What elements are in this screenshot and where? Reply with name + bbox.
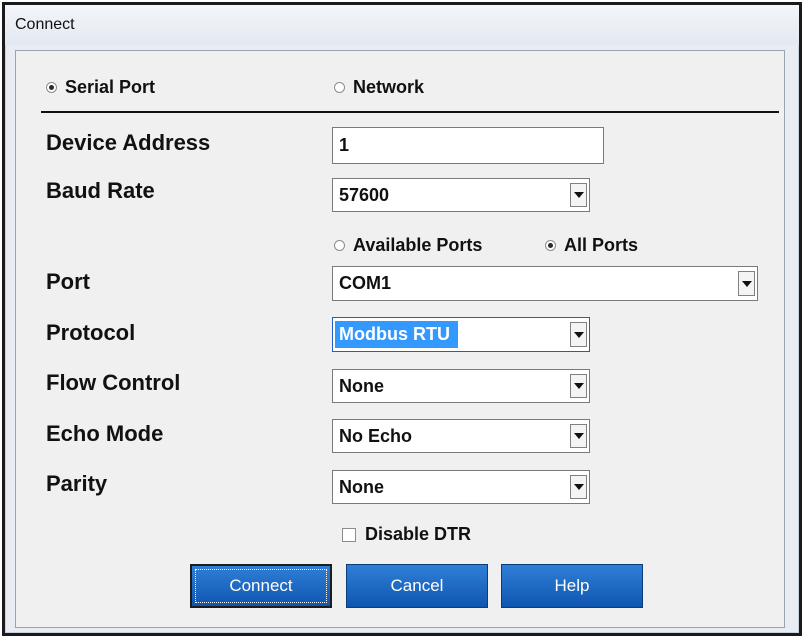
disable-dtr-label: Disable DTR xyxy=(365,524,472,544)
device-address-input[interactable]: 1 xyxy=(332,127,604,164)
port-select[interactable]: COM1 xyxy=(332,266,758,301)
flow-control-value: None xyxy=(339,375,384,396)
flow-control-select[interactable]: None xyxy=(332,369,590,403)
echo-mode-label: Echo Mode xyxy=(46,421,164,446)
device-address-label: Device Address xyxy=(46,130,211,155)
radio-all-ports[interactable]: All Ports xyxy=(545,235,638,256)
cancel-button[interactable]: Cancel xyxy=(346,564,488,608)
disable-dtr-checkbox[interactable]: Disable DTR xyxy=(342,524,471,545)
protocol-select[interactable]: Modbus RTU xyxy=(332,317,590,352)
echo-mode-select[interactable]: No Echo xyxy=(332,419,590,453)
connect-button[interactable]: Connect xyxy=(190,564,332,608)
chevron-down-icon[interactable] xyxy=(570,322,587,347)
baud-rate-select[interactable]: 57600 xyxy=(332,178,590,212)
title-bar[interactable]: Connect xyxy=(5,5,799,45)
chevron-down-icon[interactable] xyxy=(738,271,755,296)
chevron-down-icon[interactable] xyxy=(570,475,587,499)
chevron-down-icon[interactable] xyxy=(570,183,587,207)
radio-serial-port-label: Serial Port xyxy=(65,77,156,97)
radio-selected-icon xyxy=(545,240,556,251)
radio-network-label: Network xyxy=(353,77,425,97)
chevron-down-icon[interactable] xyxy=(570,424,587,448)
radio-available-ports-label: Available Ports xyxy=(353,235,483,255)
protocol-label: Protocol xyxy=(46,320,136,345)
radio-selected-icon xyxy=(46,82,57,93)
radio-available-ports[interactable]: Available Ports xyxy=(334,235,482,256)
flow-control-label: Flow Control xyxy=(46,370,181,395)
parity-select[interactable]: None xyxy=(332,470,590,504)
baud-rate-value: 57600 xyxy=(339,184,390,205)
help-button[interactable]: Help xyxy=(501,564,643,608)
radio-unselected-icon xyxy=(334,82,345,93)
protocol-value: Modbus RTU xyxy=(335,321,458,348)
echo-mode-value: No Echo xyxy=(339,425,413,446)
radio-serial-port[interactable]: Serial Port xyxy=(46,77,155,98)
port-label: Port xyxy=(46,269,90,294)
separator-line xyxy=(41,111,779,113)
parity-value: None xyxy=(339,476,384,497)
dialog-body: Serial Port Network Device Address 1 Bau… xyxy=(15,50,785,628)
radio-all-ports-label: All Ports xyxy=(564,235,639,255)
connect-dialog: Connect Serial Port Network Device Addre… xyxy=(2,2,802,636)
radio-network[interactable]: Network xyxy=(334,77,424,98)
port-value: COM1 xyxy=(339,273,392,293)
radio-unselected-icon xyxy=(334,240,345,251)
checkbox-icon xyxy=(342,527,356,542)
chevron-down-icon[interactable] xyxy=(570,374,587,398)
parity-label: Parity xyxy=(46,471,108,496)
window-title: Connect xyxy=(15,16,75,33)
baud-rate-label: Baud Rate xyxy=(46,178,155,203)
